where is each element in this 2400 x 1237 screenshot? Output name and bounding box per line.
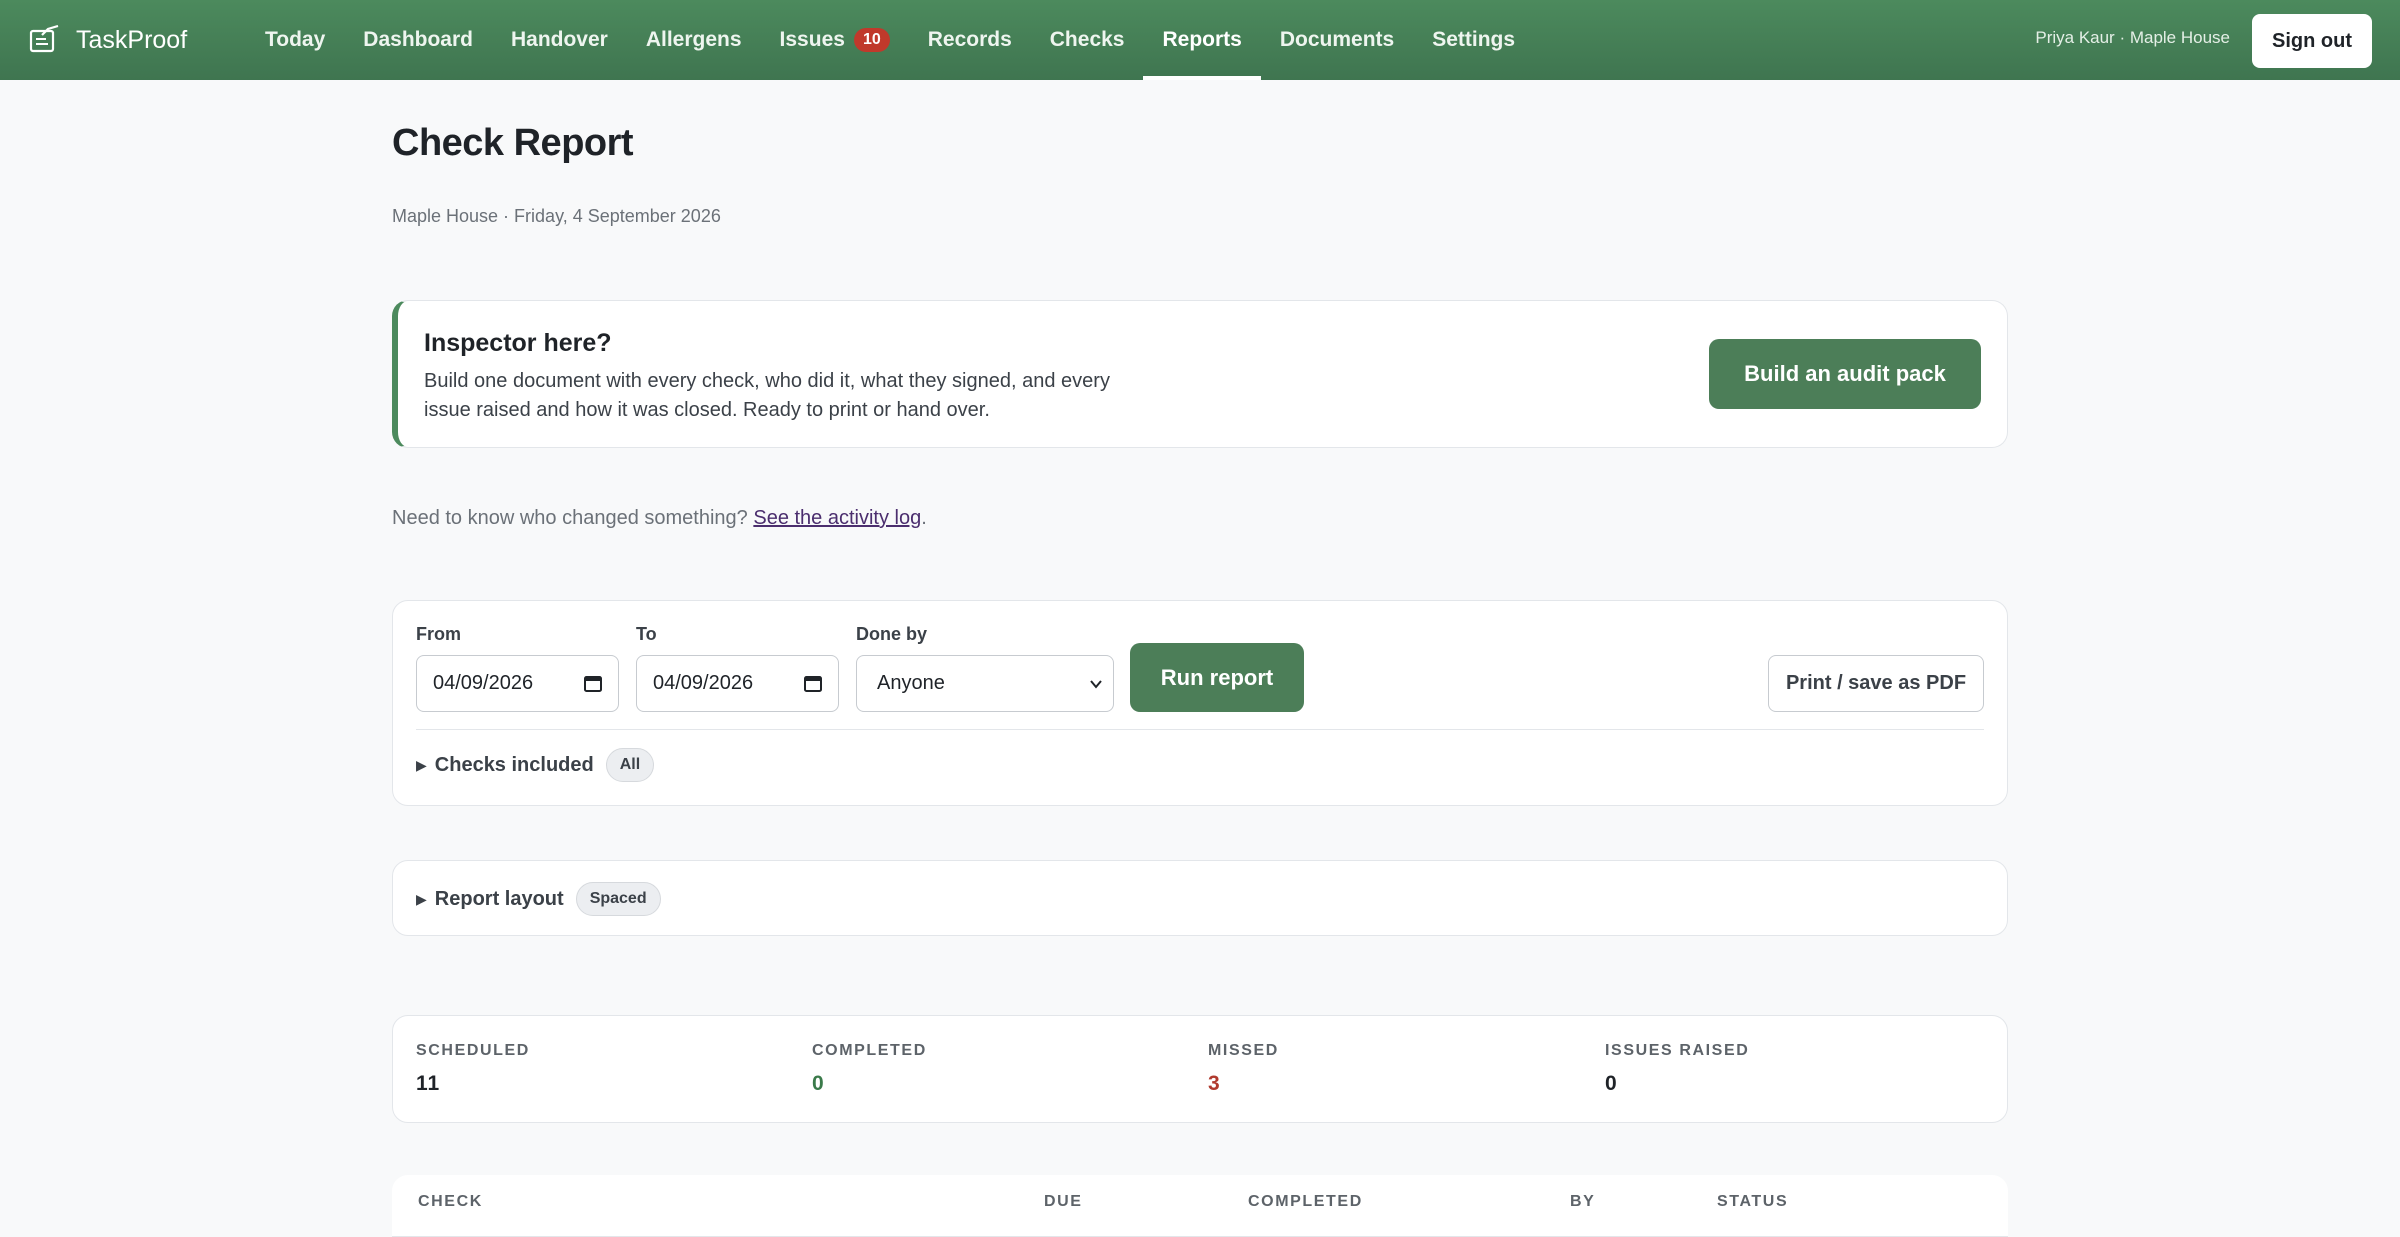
to-date-input[interactable]: 04/09/2026 bbox=[636, 655, 839, 712]
page-title: Check Report bbox=[392, 122, 634, 164]
activity-log-hint: Need to know who changed something? See … bbox=[392, 507, 927, 530]
stat-issues-raised: ISSUES RAISED 0 bbox=[1605, 1042, 1749, 1096]
nav-item-label: Settings bbox=[1432, 28, 1516, 51]
nav-item-checks[interactable]: Checks bbox=[1031, 0, 1144, 80]
chevron-down-icon bbox=[1090, 680, 1102, 689]
stat-value: 0 bbox=[1605, 1072, 1618, 1095]
issues-count-badge: 10 bbox=[853, 28, 890, 52]
nav-item-dashboard[interactable]: Dashboard bbox=[344, 0, 492, 80]
nav-item-label: Reports bbox=[1162, 28, 1242, 51]
report-layout-toggle[interactable]: ▶ Report layout Spaced bbox=[416, 882, 661, 916]
stat-completed: COMPLETED 0 bbox=[812, 1042, 927, 1096]
stat-label: COMPLETED bbox=[812, 1042, 927, 1059]
clipboard-check-icon bbox=[29, 25, 59, 53]
filters-divider bbox=[416, 729, 1984, 730]
inspector-description: Build one document with every check, who… bbox=[424, 370, 1110, 421]
nav-item-reports[interactable]: Reports bbox=[1143, 0, 1262, 80]
disclosure-triangle-icon: ▶ bbox=[416, 890, 427, 907]
stat-value: 0 bbox=[812, 1072, 825, 1095]
nav-item-handover[interactable]: Handover bbox=[492, 0, 627, 80]
checks-included-toggle[interactable]: ▶ Checks included All bbox=[416, 748, 655, 782]
calendar-icon[interactable] bbox=[804, 674, 822, 692]
nav-item-label: Allergens bbox=[645, 28, 742, 51]
from-label: From bbox=[416, 624, 461, 644]
run-report-button[interactable]: Run report bbox=[1130, 643, 1304, 712]
stat-label: ISSUES RAISED bbox=[1605, 1042, 1750, 1059]
inspector-callout: Inspector here? Build one document with … bbox=[392, 300, 2008, 448]
main-nav: Today Dashboard Handover Allergens Issue… bbox=[246, 0, 1534, 80]
current-user-location: Priya Kaur · Maple House bbox=[2035, 28, 2230, 47]
column-header-completed[interactable]: COMPLETED bbox=[1248, 1193, 1363, 1211]
checks-included-pill: All bbox=[605, 748, 655, 782]
column-header-by[interactable]: BY bbox=[1570, 1193, 1595, 1211]
build-audit-pack-button[interactable]: Build an audit pack bbox=[1709, 339, 1981, 409]
column-header-due[interactable]: DUE bbox=[1044, 1193, 1083, 1211]
top-nav-bar: TaskProof Today Dashboard Handover Aller… bbox=[0, 0, 2400, 80]
done-by-label: Done by bbox=[856, 624, 928, 644]
nav-item-label: Issues bbox=[779, 28, 845, 51]
nav-item-documents[interactable]: Documents bbox=[1261, 0, 1413, 80]
from-date-input[interactable]: 04/09/2026 bbox=[416, 655, 619, 712]
activity-hint-text: Need to know who changed something? bbox=[392, 507, 748, 529]
nav-item-label: Today bbox=[265, 28, 326, 51]
nav-item-settings[interactable]: Settings bbox=[1413, 0, 1534, 80]
brand[interactable]: TaskProof bbox=[28, 25, 238, 55]
stat-label: SCHEDULED bbox=[416, 1042, 530, 1059]
checks-included-label: Checks included bbox=[434, 753, 594, 776]
disclosure-triangle-icon: ▶ bbox=[416, 756, 427, 773]
nav-item-label: Dashboard bbox=[363, 28, 473, 51]
stat-missed: MISSED 3 bbox=[1208, 1042, 1279, 1096]
calendar-icon[interactable] bbox=[584, 674, 602, 692]
nav-item-label: Checks bbox=[1049, 28, 1125, 51]
done-by-value: Anyone bbox=[877, 672, 945, 694]
done-by-select[interactable]: Anyone bbox=[856, 655, 1114, 712]
sign-out-button[interactable]: Sign out bbox=[2252, 14, 2372, 68]
nav-item-today[interactable]: Today bbox=[246, 0, 344, 80]
stat-label: MISSED bbox=[1208, 1042, 1279, 1059]
inspector-title: Inspector here? bbox=[424, 329, 612, 357]
activity-hint-suffix: . bbox=[921, 507, 927, 529]
report-layout-label: Report layout bbox=[434, 887, 564, 910]
to-date-value: 04/09/2026 bbox=[653, 672, 754, 694]
stat-scheduled: SCHEDULED 11 bbox=[416, 1042, 530, 1096]
nav-item-records[interactable]: Records bbox=[909, 0, 1031, 80]
nav-item-label: Records bbox=[927, 28, 1012, 51]
nav-item-issues[interactable]: Issues 10 bbox=[761, 0, 909, 80]
report-layout-pill: Spaced bbox=[575, 882, 661, 916]
nav-item-label: Documents bbox=[1279, 28, 1395, 51]
stat-value: 11 bbox=[416, 1072, 441, 1095]
nav-item-label: Handover bbox=[510, 28, 608, 51]
app-name: TaskProof bbox=[76, 25, 188, 54]
page-subtitle: Maple House · Friday, 4 September 2026 bbox=[392, 206, 721, 226]
nav-item-allergens[interactable]: Allergens bbox=[627, 0, 761, 80]
to-label: To bbox=[636, 624, 657, 644]
activity-log-link[interactable]: See the activity log bbox=[753, 507, 921, 529]
column-header-status[interactable]: STATUS bbox=[1717, 1193, 1788, 1211]
print-save-pdf-button[interactable]: Print / save as PDF bbox=[1768, 655, 1984, 712]
stat-value: 3 bbox=[1208, 1072, 1221, 1095]
summary-stats bbox=[392, 1015, 2008, 1123]
from-date-value: 04/09/2026 bbox=[433, 672, 534, 694]
column-header-check[interactable]: CHECK bbox=[418, 1193, 483, 1211]
